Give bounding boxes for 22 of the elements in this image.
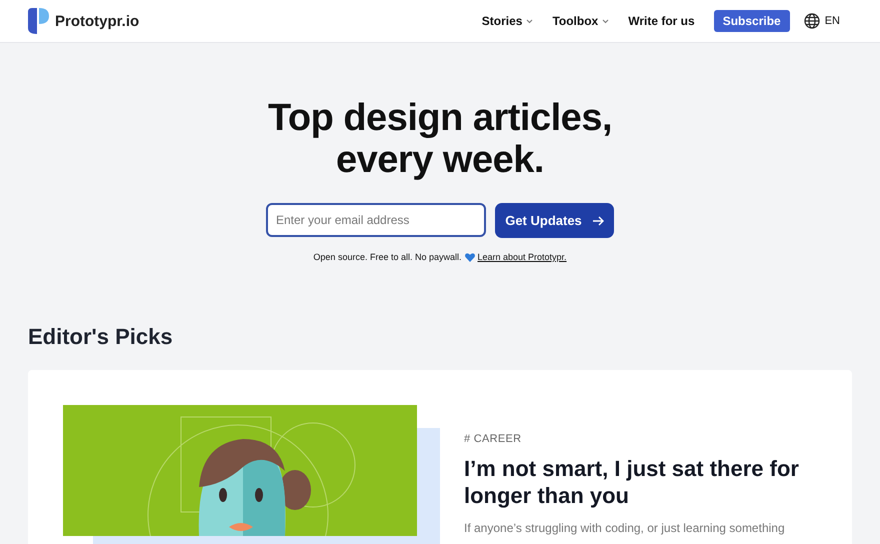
nav-menu-item[interactable]: Toolbox <box>552 14 610 28</box>
language-label[interactable]: EN <box>824 15 840 27</box>
arrow-right-icon <box>592 216 604 226</box>
subscribe-button[interactable]: Subscribe <box>714 10 790 32</box>
nav-link[interactable]: Write for us <box>628 14 695 28</box>
email-input-field[interactable]: Enter your email address <box>266 203 486 237</box>
section-heading: Editor's Picks <box>28 324 174 350</box>
caret-icon <box>602 18 610 24</box>
globe-icon[interactable] <box>804 13 820 29</box>
logo-text[interactable]: Prototypr.io <box>55 12 140 30</box>
tagline-text: Open source. Free to all. No paywall. <box>313 252 462 262</box>
get-updates-button[interactable]: Get Updates <box>495 203 614 238</box>
article-card[interactable]: # CAREER I’m not smart, I just sat there for longer than you If anyone’s struggling with coding, or just learning something <box>28 370 852 544</box>
caret-icon <box>526 18 534 24</box>
learn-about-link[interactable]: Learn about Prototypr. <box>478 252 567 262</box>
article-excerpt: If anyone’s struggling with coding, or just learning something <box>464 521 786 535</box>
logo-icon[interactable] <box>28 8 49 34</box>
category-tag[interactable]: # CAREER <box>464 433 814 445</box>
heart-icon <box>464 252 474 262</box>
nav-menu-item[interactable]: Stories <box>482 14 534 28</box>
article-title[interactable]: I’m not smart, I just sat there for longer than you <box>464 455 814 509</box>
hero-heading: Top design articles, every week. <box>268 97 612 181</box>
